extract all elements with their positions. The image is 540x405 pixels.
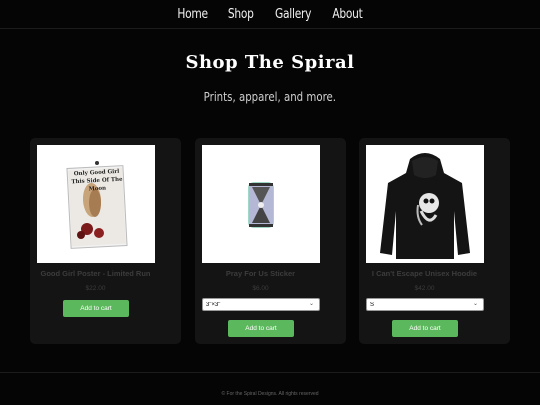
nav-shop[interactable]: Shop (228, 7, 254, 22)
nav-gallery[interactable]: Gallery (275, 7, 311, 22)
footer-divider (0, 372, 540, 373)
top-nav: Home Shop Gallery About (0, 0, 540, 29)
product-name[interactable]: Pray For Us Sticker (195, 269, 326, 278)
product-card-sticker: Pray For Us Sticker $6.00 3"×3" ⌄ Add to… (195, 138, 346, 344)
add-to-cart-button[interactable]: Add to cart (228, 320, 294, 337)
hoodie-image (366, 145, 484, 263)
poster-lettering: Only Good Girl This Side Of The Moon (71, 168, 123, 193)
poster-image (37, 145, 155, 263)
page-title: Shop The Spiral (185, 52, 355, 73)
page-subtitle: Prints, apparel, and more. (0, 90, 540, 104)
product-card-poster: Only Good Girl This Side Of The Moon Goo… (30, 138, 181, 344)
add-to-cart-button[interactable]: Add to cart (392, 320, 458, 337)
product-image-sticker[interactable] (202, 145, 320, 263)
nav-about[interactable]: About (332, 7, 363, 22)
product-image-hoodie[interactable] (366, 145, 484, 263)
product-card-hoodie: I Can't Escape Unisex Hoodie $42.00 S ⌄ … (359, 138, 510, 344)
product-price: $22.00 (85, 285, 106, 292)
add-to-cart-button[interactable]: Add to cart (63, 300, 129, 317)
product-price: $6.00 (252, 285, 269, 292)
product-name[interactable]: I Can't Escape Unisex Hoodie (359, 269, 490, 278)
page-subtitle-text: Prints, apparel, and more. (203, 90, 337, 104)
sticker-image (202, 145, 320, 263)
footer-copyright: © For the Spiral Designs. All rights res… (221, 391, 319, 397)
nav-home[interactable]: Home (177, 7, 208, 22)
size-select[interactable]: 3"×3" (202, 298, 320, 311)
product-image-poster[interactable]: Only Good Girl This Side Of The Moon (37, 145, 155, 263)
size-select[interactable]: S (366, 298, 484, 311)
product-price: $42.00 (414, 285, 435, 292)
product-name[interactable]: Good Girl Poster - Limited Run (30, 269, 161, 278)
